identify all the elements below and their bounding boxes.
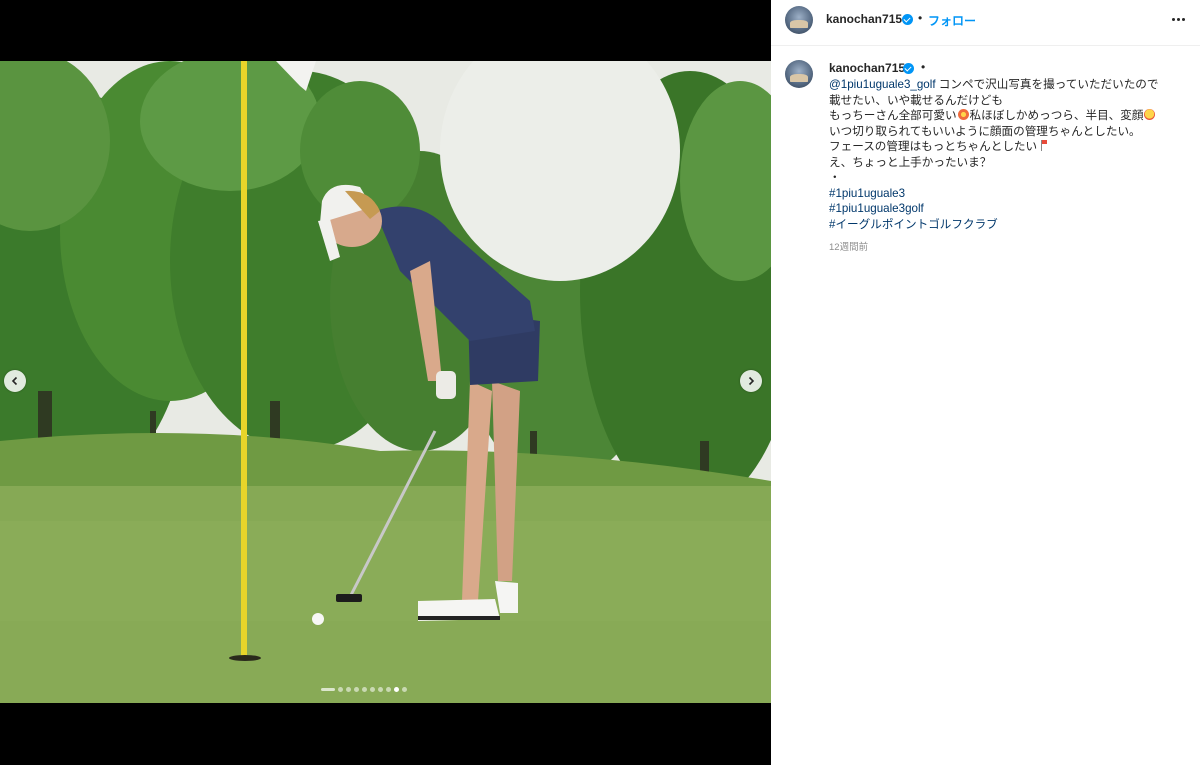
post-timestamp[interactable]: 12週間前 (829, 239, 868, 253)
next-photo-button[interactable] (740, 370, 762, 392)
post-caption: @1piu1uguale3_golf コンペで沢山写真を撮っていただいたので 載… (829, 77, 1189, 232)
caption-text: いつ切り取られてもいいように顔面の管理ちゃんとしたい。 (829, 124, 1141, 138)
golf-photo-illustration (0, 61, 771, 703)
more-options-icon[interactable] (1168, 12, 1188, 26)
hashtag-link[interactable]: #イーグルポイントゴルフクラブ (829, 217, 1189, 233)
separator-dot: • (918, 11, 923, 25)
hashtag-link[interactable]: #1piu1uguale3golf (829, 201, 1189, 217)
caption-avatar[interactable] (785, 60, 813, 88)
caption-text: コンペで沢山写真を撮っていただいたので (935, 78, 1159, 91)
caption-username[interactable]: kanochan715 (829, 61, 905, 75)
profile-avatar[interactable] (785, 6, 813, 34)
chevron-left-icon (11, 376, 18, 386)
carousel-dot (394, 686, 399, 692)
verified-badge-icon (902, 14, 913, 25)
caption-text: 載せたい、いや載せるんだけども (829, 93, 1003, 107)
post-media-viewer (0, 0, 771, 765)
follow-button[interactable]: フォロー (928, 12, 976, 29)
post-header: kanochan715 • フォロー (771, 0, 1200, 46)
mention-link[interactable]: @1piu1uguale3_golf (829, 78, 936, 91)
carousel-dot (386, 686, 391, 692)
post-photo (0, 61, 771, 703)
verified-badge-icon (903, 63, 914, 74)
carousel-dot (321, 687, 335, 691)
carousel-dot (338, 686, 343, 692)
caption-text: え、ちょっと上手かったいま？ (829, 155, 992, 169)
caption-text: フェースの管理はもっとちゃんとしたい (829, 140, 1038, 153)
post-details-panel: kanochan715 • フォロー kanochan715 • @1piu1u… (771, 0, 1200, 765)
carousel-dot (402, 686, 407, 692)
separator-dot: • (921, 60, 926, 74)
carousel-dot (354, 686, 359, 692)
bouquet-emoji-icon (957, 109, 969, 120)
carousel-dot (362, 686, 367, 692)
caption-text: もっちーさん全部可愛い (829, 109, 957, 122)
golf-flag-emoji-icon (1041, 140, 1048, 151)
header-username[interactable]: kanochan715 (826, 12, 902, 26)
carousel-dot (370, 686, 375, 692)
caption-text: 私ほぼしかめっつら、半目、変顔 (969, 109, 1144, 122)
winking-face-emoji-icon (1144, 109, 1156, 120)
previous-photo-button[interactable] (4, 370, 26, 392)
carousel-dot (378, 686, 383, 692)
caption-text: ・ (829, 171, 841, 184)
carousel-dot (346, 686, 351, 692)
hashtag-link[interactable]: #1piu1uguale3 (829, 186, 1189, 202)
carousel-indicator (321, 685, 407, 693)
chevron-right-icon (748, 376, 755, 386)
